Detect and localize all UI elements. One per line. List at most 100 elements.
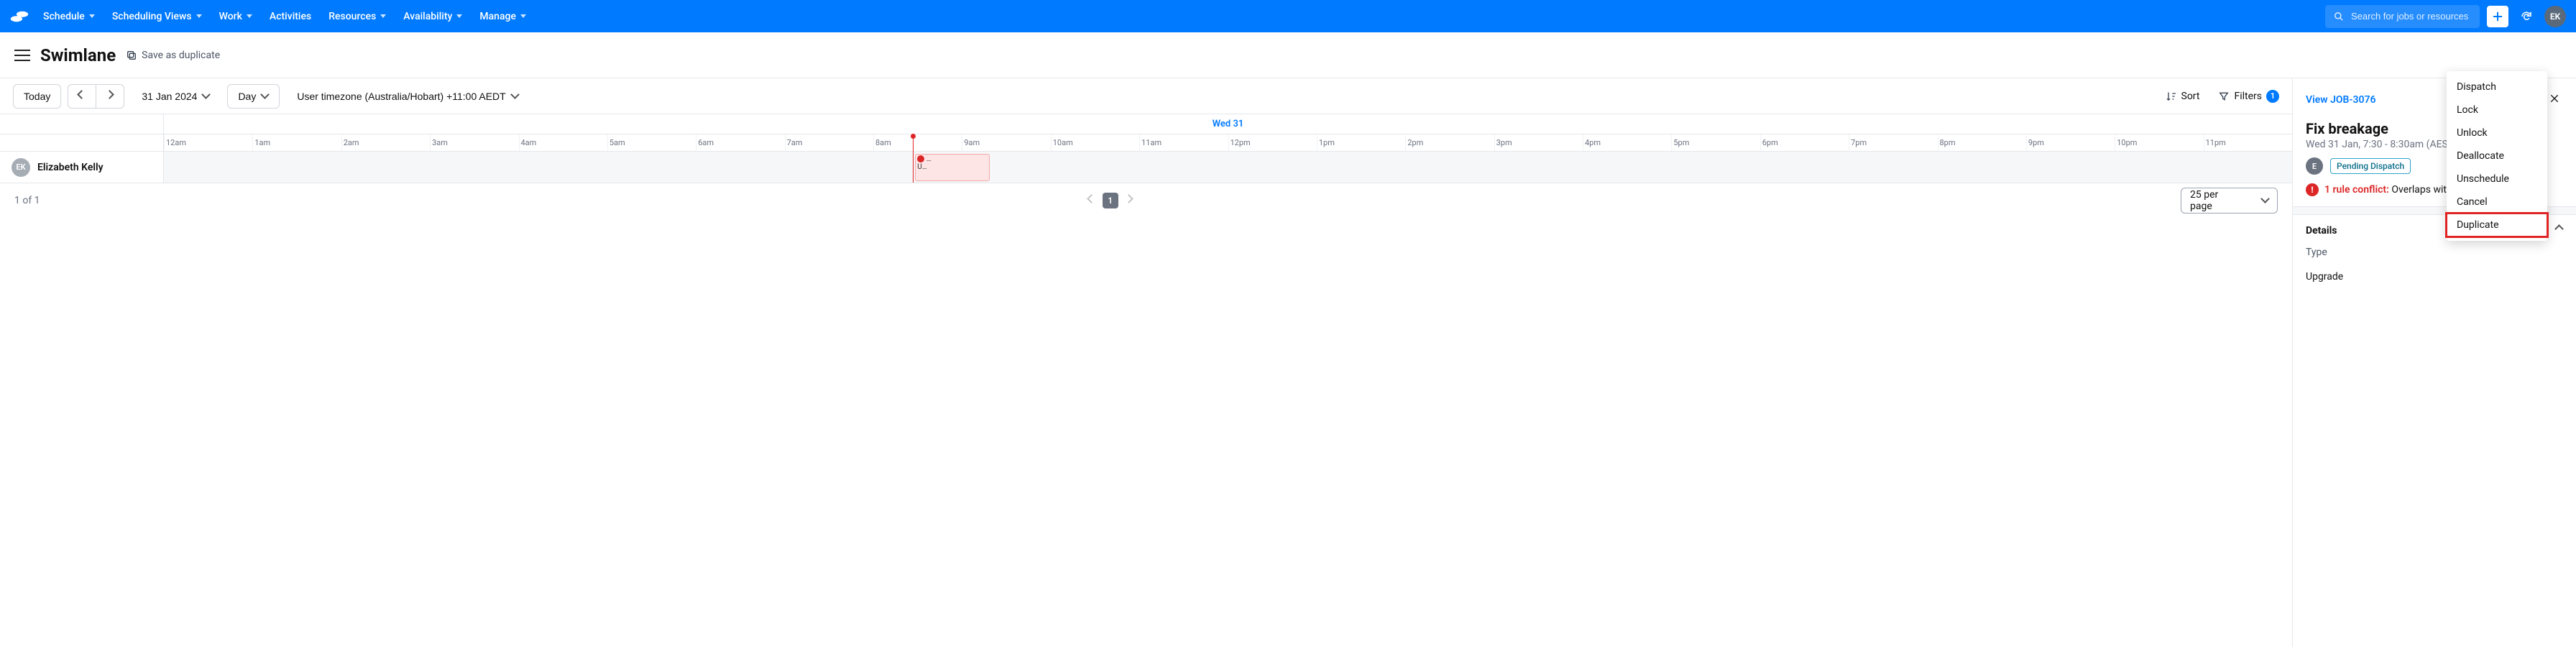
nav-item-schedule[interactable]: Schedule — [36, 6, 102, 27]
actions-menu-item-dispatch[interactable]: Dispatch — [2447, 75, 2547, 98]
resource-name: Elizabeth Kelly — [37, 162, 104, 173]
type-label: Type — [2306, 247, 2563, 258]
save-as-duplicate-link[interactable]: Save as duplicate — [126, 50, 220, 61]
nav-item-scheduling-views[interactable]: Scheduling Views — [105, 6, 209, 27]
hour-cell: 11pm — [2204, 134, 2292, 151]
hour-cell: 6am — [696, 134, 784, 151]
nav-item-work[interactable]: Work — [212, 6, 259, 27]
timeline-day-label: Wed 31 — [164, 114, 2292, 134]
actions-menu-item-duplicate[interactable]: Duplicate — [2447, 214, 2547, 237]
warning-icon — [917, 155, 924, 162]
save-as-duplicate-label: Save as duplicate — [142, 50, 220, 61]
chevron-left-icon — [78, 93, 86, 100]
chevron-down-icon — [380, 14, 386, 18]
view-job-link[interactable]: View JOB-3076 — [2306, 94, 2376, 106]
per-page-select[interactable]: 25 per page — [2181, 188, 2278, 214]
assignee-avatar: E — [2306, 157, 2323, 175]
plus-icon — [2492, 11, 2503, 22]
hour-cell: 12pm — [1228, 134, 1317, 151]
hour-cell: 1am — [252, 134, 341, 151]
actions-menu-item-cancel[interactable]: Cancel — [2447, 191, 2547, 214]
create-button[interactable] — [2487, 6, 2508, 27]
timeline-day-header: Wed 31 — [0, 114, 2292, 134]
date-picker[interactable]: 31 Jan 2024 — [132, 84, 220, 109]
nav-item-availability[interactable]: Availability — [396, 6, 469, 27]
actions-menu-item-unschedule[interactable]: Unschedule — [2447, 168, 2547, 191]
hour-cell: 2pm — [1405, 134, 1494, 151]
chevron-down-icon — [196, 14, 202, 18]
hour-cell: 9pm — [2026, 134, 2115, 151]
hour-cell: 8pm — [1938, 134, 2026, 151]
actions-menu-item-unlock[interactable]: Unlock — [2447, 121, 2547, 144]
timezone-select[interactable]: User timezone (Australia/Hobart) +11:00 … — [287, 84, 528, 109]
resource-avatar: EK — [12, 158, 30, 177]
page-title: Swimlane — [40, 45, 116, 65]
warning-icon: ! — [2306, 183, 2319, 196]
hour-cell: 5pm — [1671, 134, 1760, 151]
job-status-pill: Pending Dispatch — [2330, 158, 2411, 174]
hour-cell: 2am — [341, 134, 430, 151]
timeline-track[interactable]: … U… — [164, 152, 2292, 183]
schedule-toolbar: Today 31 Jan 2024 Day User timezone (Aus… — [0, 78, 2292, 114]
actions-menu-item-lock[interactable]: Lock — [2447, 98, 2547, 121]
now-indicator — [913, 134, 914, 183]
global-search-input[interactable] — [2351, 11, 2471, 22]
chevron-down-icon — [247, 14, 252, 18]
hour-cell: 4pm — [1583, 134, 1671, 151]
timeline-hours-row: 12am1am2am3am4am5am6am7am8am9am10am11am1… — [0, 134, 2292, 152]
hour-cell: 3pm — [1494, 134, 1583, 151]
chevron-down-icon — [512, 93, 519, 100]
page-header: Swimlane Save as duplicate — [0, 32, 2576, 78]
job-block[interactable]: … U… — [915, 154, 990, 181]
hour-cell: 4am — [519, 134, 607, 151]
hour-cell: 8am — [873, 134, 962, 151]
sort-icon — [2166, 91, 2177, 102]
primary-nav: ScheduleScheduling ViewsWorkActivitiesRe… — [36, 6, 533, 27]
filter-icon — [2218, 91, 2230, 102]
chevron-down-icon — [89, 14, 95, 18]
resource-lane: EK Elizabeth Kelly … U… — [0, 152, 2292, 183]
filters-button[interactable]: Filters 1 — [2218, 90, 2279, 103]
hour-cell: 10pm — [2115, 134, 2203, 151]
granularity-select[interactable]: Day — [227, 84, 280, 109]
hour-cell: 10am — [1051, 134, 1139, 151]
hour-cell: 11am — [1139, 134, 1228, 151]
menu-toggle[interactable] — [14, 50, 30, 61]
chevron-up-icon — [2556, 227, 2563, 234]
filter-count-badge: 1 — [2266, 90, 2279, 103]
hour-cell: 7pm — [1849, 134, 1937, 151]
prev-day-button[interactable] — [68, 84, 96, 109]
global-search[interactable] — [2325, 5, 2480, 28]
nav-item-activities[interactable]: Activities — [262, 6, 318, 27]
copy-icon — [126, 50, 137, 61]
close-panel-button[interactable] — [2546, 90, 2563, 111]
pager-prev[interactable] — [1088, 197, 1095, 204]
actions-menu: DispatchLockUnlockDeallocateUnscheduleCa… — [2447, 71, 2547, 241]
user-avatar[interactable]: EK — [2544, 6, 2566, 27]
chevron-down-icon — [203, 93, 210, 100]
type-value: Upgrade — [2306, 271, 2563, 283]
brand-logo[interactable] — [10, 10, 29, 23]
hour-cell: 7am — [785, 134, 873, 151]
next-day-button[interactable] — [96, 84, 124, 109]
chevron-down-icon — [520, 14, 526, 18]
hour-cell: 6pm — [1760, 134, 1849, 151]
refresh-icon — [2520, 10, 2533, 23]
hour-cell: 9am — [962, 134, 1050, 151]
pager-next[interactable] — [1126, 197, 1133, 204]
nav-item-resources[interactable]: Resources — [321, 6, 393, 27]
actions-menu-item-deallocate[interactable]: Deallocate — [2447, 144, 2547, 168]
nav-item-manage[interactable]: Manage — [472, 6, 533, 27]
pager: 1 of 1 1 25 per page — [0, 183, 2292, 218]
chevron-down-icon — [456, 14, 462, 18]
hour-cell: 12am — [164, 134, 252, 151]
hour-cell: 5am — [607, 134, 696, 151]
sync-button[interactable] — [2516, 6, 2537, 27]
result-count: 1 of 1 — [14, 195, 40, 206]
chevron-right-icon — [106, 93, 114, 100]
today-button[interactable]: Today — [13, 84, 61, 109]
sort-button[interactable]: Sort — [2166, 91, 2200, 102]
current-page[interactable]: 1 — [1103, 193, 1118, 208]
chevron-down-icon — [2262, 197, 2268, 204]
top-navbar: ScheduleScheduling ViewsWorkActivitiesRe… — [0, 0, 2576, 32]
